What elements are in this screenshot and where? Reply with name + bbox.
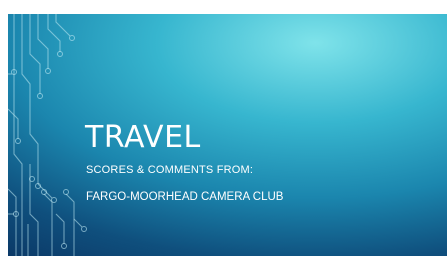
slide-title: TRAVEL	[85, 120, 201, 155]
title-slide: TRAVEL SCORES & COMMENTS FROM: FARGO-MOO…	[8, 14, 447, 256]
slide-subtitle-line-2: FARGO-MOORHEAD CAMERA CLUB	[86, 191, 284, 203]
slide-subtitle-line-1: SCORES & COMMENTS FROM:	[86, 164, 254, 176]
